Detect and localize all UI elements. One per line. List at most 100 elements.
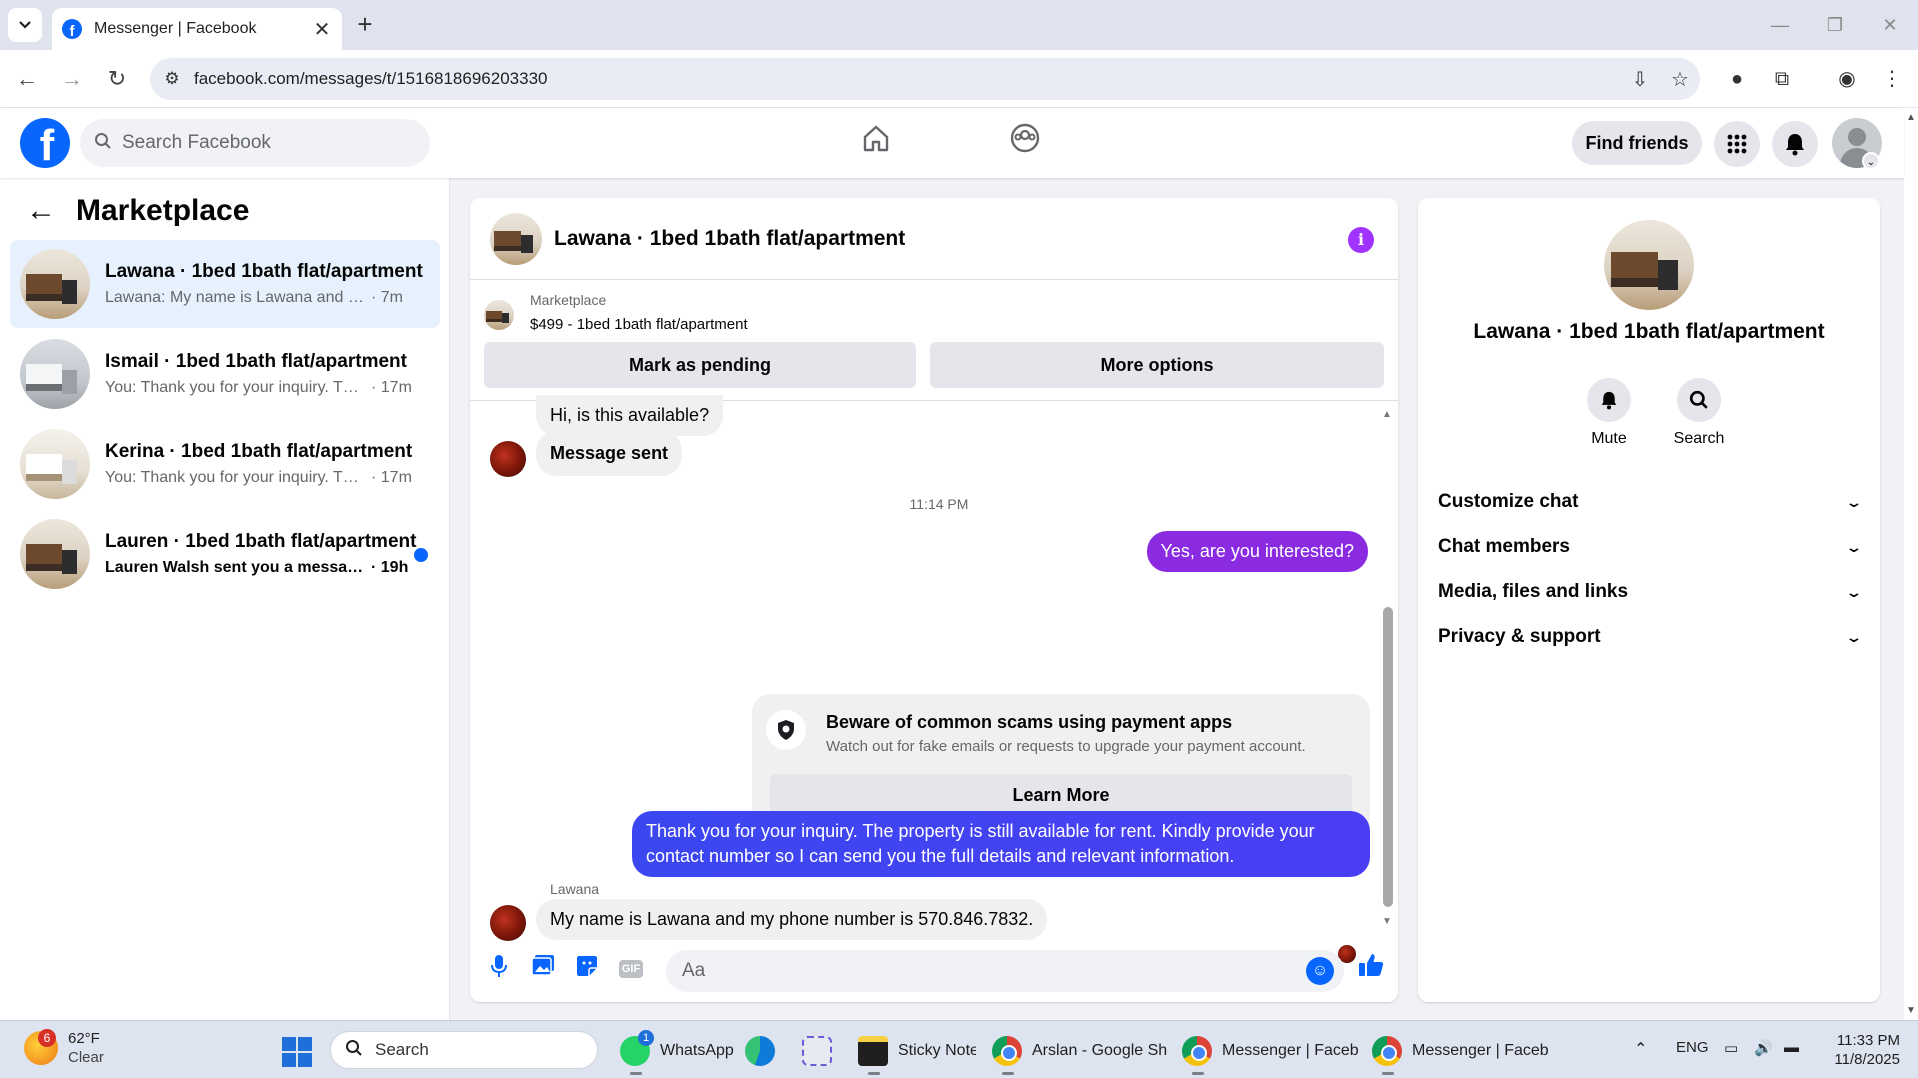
conversation-snippet: You: Thank you for your inquiry. The...	[105, 379, 367, 396]
groups-icon[interactable]	[1003, 122, 1047, 166]
privacy-support-section[interactable]: Privacy & support ⌄	[1438, 617, 1863, 657]
taskbar-app-whatsapp[interactable]: 1 WhatsApp	[620, 1030, 734, 1075]
taskbar-app-snipping[interactable]	[802, 1031, 832, 1071]
info-icon[interactable]: i	[1348, 227, 1374, 253]
find-friends-button[interactable]: Find friends	[1572, 121, 1702, 165]
customize-chat-section[interactable]: Customize chat ⌄	[1438, 482, 1863, 522]
url-text[interactable]: facebook.com/messages/t/1516818696203330	[194, 69, 1620, 89]
network-icon[interactable]: ▭	[1724, 1039, 1738, 1057]
sticker-icon[interactable]	[572, 954, 602, 984]
battery-icon[interactable]: ▬	[1784, 1039, 1799, 1056]
learn-more-button[interactable]: Learn More	[770, 774, 1352, 816]
search-icon	[345, 1039, 363, 1062]
listing-summary[interactable]: Marketplace $499 - 1bed 1bath flat/apart…	[484, 292, 748, 333]
chat-title[interactable]: Lawana · 1bed 1bath flat/apartment	[554, 227, 905, 251]
mute-button[interactable]: Mute	[1569, 378, 1649, 448]
outgoing-message: Yes, are you interested?	[1146, 531, 1368, 572]
conversation-item[interactable]: Kerina · 1bed 1bath flat/apartment You: …	[10, 420, 440, 508]
microphone-icon[interactable]	[484, 954, 514, 984]
emoji-icon[interactable]: ☺	[1306, 957, 1334, 985]
scrollbar-thumb[interactable]	[1383, 607, 1393, 907]
puzzle-icon[interactable]: ⧉	[1765, 62, 1799, 96]
sender-name: Lawana	[550, 881, 600, 897]
taskbar-app-chrome-1[interactable]: Arslan - Google Sh	[992, 1031, 1167, 1075]
chrome-icon	[992, 1036, 1022, 1066]
profile-icon[interactable]: ◉	[1830, 62, 1864, 96]
page-scrollbar[interactable]: ▲ ▼	[1904, 108, 1918, 1020]
close-icon[interactable]: ✕	[308, 17, 336, 42]
menu-grid-icon[interactable]	[1714, 121, 1760, 167]
search-input[interactable]	[122, 132, 402, 154]
message-input[interactable]	[682, 960, 1306, 982]
app-label: Sticky Note	[898, 1042, 976, 1059]
restore-icon[interactable]: ❐	[1815, 10, 1855, 40]
message-input-box[interactable]: ☺	[666, 950, 1344, 992]
weather-temp: 62°F	[68, 1030, 100, 1047]
tab-dropdown-icon[interactable]	[8, 8, 42, 42]
forward-icon[interactable]: →	[55, 62, 89, 96]
plus-icon[interactable]: +	[350, 10, 380, 40]
message-list[interactable]: Hi, is this available? Message sent 11:1…	[470, 395, 1398, 963]
cookie-icon[interactable]: ●	[1720, 62, 1754, 96]
site-info-icon[interactable]: ⚙	[150, 69, 194, 89]
conversation-item[interactable]: Lauren · 1bed 1bath flat/apartment Laure…	[10, 510, 440, 598]
snipping-tool-icon	[802, 1036, 832, 1066]
back-arrow-icon[interactable]: ←	[26, 194, 56, 228]
search-in-chat-button[interactable]: Search	[1659, 378, 1739, 448]
window-close-icon[interactable]: ✕	[1870, 10, 1910, 40]
reload-icon[interactable]: ↻	[100, 62, 134, 96]
volume-icon[interactable]: 🔊	[1754, 1039, 1773, 1057]
sender-avatar[interactable]	[490, 441, 526, 477]
conversation-item[interactable]: Ismail · 1bed 1bath flat/apartment You: …	[10, 330, 440, 418]
weather-badge: 6	[38, 1029, 56, 1047]
tab-title: Messenger | Facebook	[94, 20, 257, 37]
scroll-up-icon[interactable]: ▲	[1382, 409, 1392, 420]
browser-toolbar: ← → ↻ ⚙ facebook.com/messages/t/15168186…	[0, 50, 1918, 108]
menu-icon[interactable]: ⋮	[1875, 62, 1909, 96]
facebook-search[interactable]	[80, 119, 430, 167]
photo-icon[interactable]	[528, 954, 558, 984]
install-icon[interactable]: ⇩	[1620, 67, 1660, 92]
conversation-time: · 19h	[371, 559, 409, 576]
more-options-button[interactable]: More options	[930, 342, 1384, 388]
scroll-down-icon[interactable]: ▼	[1382, 916, 1392, 927]
edge-icon	[745, 1036, 775, 1066]
conversation-time: · 17m	[371, 469, 412, 486]
minimize-icon[interactable]: —	[1760, 10, 1800, 40]
thumbs-up-icon[interactable]	[1356, 952, 1386, 982]
scroll-up-icon[interactable]: ▲	[1906, 112, 1916, 123]
chat-thumbnail[interactable]	[490, 212, 542, 265]
message-scrollbar[interactable]: ▲ ▼	[1382, 407, 1393, 927]
app-label: Messenger | Faceb	[1222, 1042, 1359, 1059]
home-icon[interactable]	[854, 122, 898, 166]
gif-icon[interactable]: GIF	[616, 954, 646, 984]
chevron-down-icon[interactable]: ⌄	[1862, 152, 1880, 170]
back-icon[interactable]: ←	[10, 62, 44, 96]
chat-members-section[interactable]: Chat members ⌄	[1438, 527, 1863, 567]
taskbar-app-sticky-notes[interactable]: Sticky Note	[858, 1031, 976, 1075]
taskbar-app-edge[interactable]	[745, 1031, 775, 1071]
facebook-logo-icon[interactable]: f	[20, 118, 70, 168]
conversation-item[interactable]: Lawana · 1bed 1bath flat/apartment Lawan…	[10, 240, 440, 328]
scroll-down-icon[interactable]: ▼	[1906, 1005, 1916, 1016]
taskbar-app-chrome-2[interactable]: Messenger | Faceb	[1182, 1031, 1359, 1075]
address-bar[interactable]: ⚙ facebook.com/messages/t/15168186962033…	[150, 58, 1700, 100]
taskbar-search[interactable]: Search	[330, 1031, 598, 1069]
chevron-up-icon[interactable]: ⌃	[1634, 1039, 1647, 1059]
star-icon[interactable]: ☆	[1660, 67, 1700, 92]
weather-widget[interactable]: 6 62°F Clear	[24, 1029, 104, 1067]
taskbar-app-chrome-3[interactable]: Messenger | Faceb	[1372, 1031, 1549, 1075]
browser-tab[interactable]: f Messenger | Facebook ✕	[52, 8, 342, 50]
search-icon	[94, 132, 112, 155]
windows-taskbar: 6 62°F Clear Search 1 WhatsApp Sticky No…	[0, 1020, 1918, 1078]
conversation-sidebar: ← Marketplace Lawana · 1bed 1bath flat/a…	[0, 178, 450, 1020]
notifications-bell-icon[interactable]	[1772, 121, 1818, 167]
search-label: Search	[1673, 430, 1725, 447]
system-clock[interactable]: 11:33 PM 11/8/2025	[1820, 1031, 1900, 1069]
language-indicator[interactable]: ENG	[1676, 1039, 1709, 1056]
media-files-links-section[interactable]: Media, files and links ⌄	[1438, 572, 1863, 612]
listing-source: Marketplace	[530, 292, 607, 308]
listing-thumbnail[interactable]	[1604, 220, 1694, 310]
windows-start-icon[interactable]	[282, 1037, 312, 1067]
mark-as-pending-button[interactable]: Mark as pending	[484, 342, 916, 388]
